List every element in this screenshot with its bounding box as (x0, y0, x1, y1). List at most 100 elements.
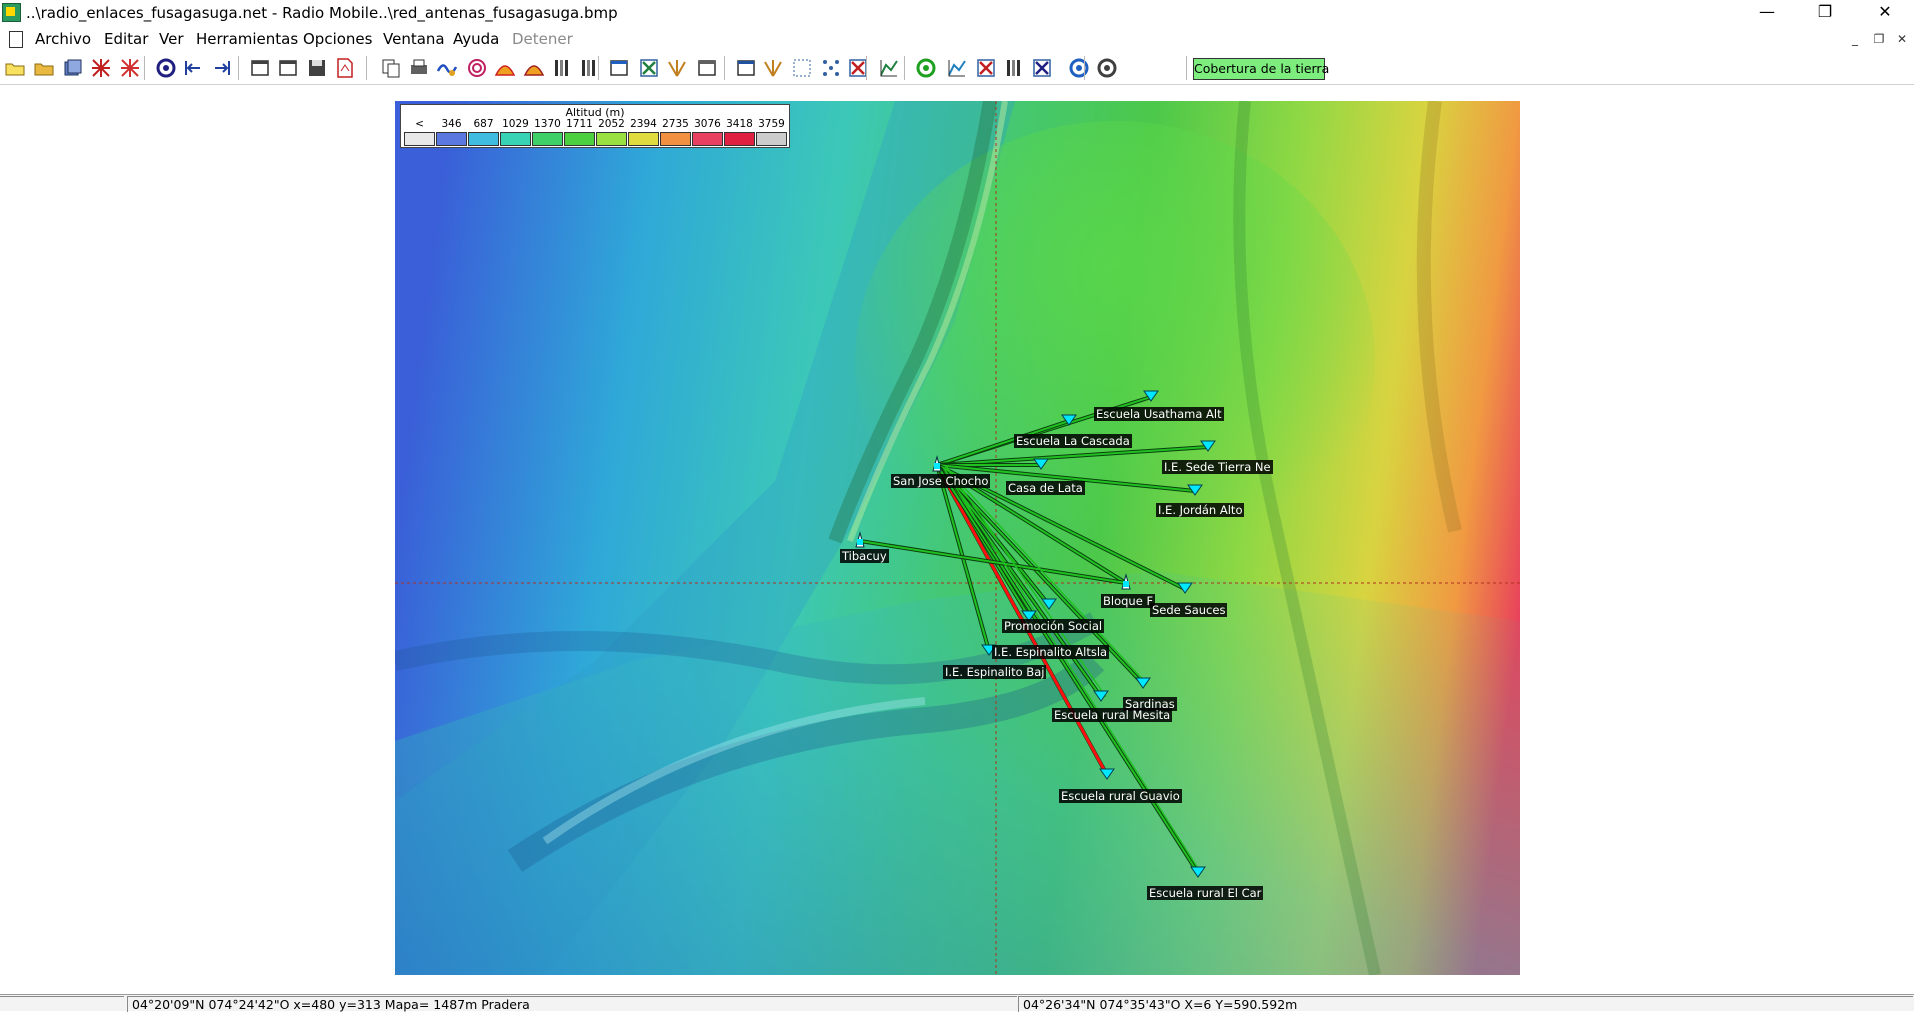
toolbar-separator (1186, 56, 1187, 80)
coverage-icon[interactable] (1096, 57, 1118, 79)
legend-swatch (436, 132, 467, 146)
title-bar: ..\radio_enlaces_fusagasuga.net - Radio … (0, 0, 1914, 26)
menu-detener[interactable]: Detener (512, 30, 573, 48)
toolbar (0, 52, 1914, 85)
legend-value: 346 (441, 118, 462, 130)
toolbar-separator (366, 56, 367, 80)
legend-icon[interactable] (551, 57, 573, 79)
site-label-casa-de-lata[interactable]: Casa de Lata (1006, 481, 1085, 495)
toolbar-separator (598, 56, 599, 80)
menu-archivo[interactable]: Archivo (35, 30, 91, 48)
toolbar-separator (144, 56, 145, 80)
legend-swatch (756, 132, 787, 146)
toolbar-separator (724, 56, 725, 80)
elevation-icon[interactable] (523, 57, 545, 79)
terrain-image (395, 101, 1520, 975)
coverage-button[interactable]: Cobertura de la tierra (1193, 58, 1329, 80)
disk-icon[interactable] (306, 57, 328, 79)
points-icon[interactable] (820, 57, 842, 79)
target-icon[interactable] (466, 57, 488, 79)
site-label-bloque-f[interactable]: Bloque F (1101, 594, 1156, 608)
open-icon[interactable] (33, 57, 55, 79)
site-label-el-car[interactable]: Escuela rural El Car (1147, 886, 1264, 900)
first-icon[interactable] (182, 57, 204, 79)
rose-icon[interactable] (638, 57, 660, 79)
site-label-tibacuy[interactable]: Tibacuy (840, 549, 889, 563)
menu-editar[interactable]: Editar (104, 30, 148, 48)
earth-icon[interactable] (1068, 57, 1090, 79)
save-all-icon[interactable] (62, 57, 84, 79)
link-icon[interactable] (975, 57, 997, 79)
legend-value: 3076 (694, 118, 721, 130)
restore-button[interactable]: ❐ (1796, 0, 1854, 26)
legend-swatch (468, 132, 499, 146)
site-label-san-jose-chocho[interactable]: San Jose Chocho (891, 474, 991, 488)
site-label-espinalito-baj[interactable]: I.E. Espinalito Baj (943, 665, 1047, 679)
site-label-guavio[interactable]: Escuela rural Guavio (1059, 789, 1182, 803)
pdf-icon[interactable] (334, 57, 356, 79)
window-icon[interactable] (249, 57, 271, 79)
legend-value: 1711 (566, 118, 593, 130)
gradient-icon[interactable] (494, 57, 516, 79)
route-icon[interactable] (1031, 57, 1053, 79)
menu-ver[interactable]: Ver (159, 30, 184, 48)
legend-lt-label: < (415, 118, 424, 130)
mdi-restore-button[interactable]: ❐ (1870, 31, 1888, 47)
close-button[interactable]: ✕ (1856, 0, 1914, 26)
legend-swatch (500, 132, 531, 146)
menu-opciones[interactable]: Opciones (303, 30, 372, 48)
site-label-sede-sauces[interactable]: Sede Sauces (1150, 603, 1228, 617)
site-label-la-cascada[interactable]: Escuela La Cascada (1014, 434, 1132, 448)
map-icon[interactable] (608, 57, 630, 79)
mdi-close-button[interactable]: ✕ (1893, 31, 1911, 47)
legend-swatch (660, 132, 691, 146)
legend-value: 3759 (758, 118, 785, 130)
menu-herramientas[interactable]: Herramientas (196, 30, 298, 48)
site-label-usathama[interactable]: Escuela Usathama Alt (1094, 407, 1224, 421)
toolbar-separator (1084, 56, 1085, 80)
print-icon[interactable] (408, 57, 430, 79)
menu-ventana[interactable]: Ventana (383, 30, 445, 48)
compass-icon[interactable] (915, 57, 937, 79)
legend-swatch (628, 132, 659, 146)
legend-swatch (692, 132, 723, 146)
site-label-espinalito-alt[interactable]: I.E. Espinalito Altsla (992, 645, 1110, 659)
window-title: ..\radio_enlaces_fusagasuga.net - Radio … (26, 4, 618, 22)
new-icon[interactable] (4, 57, 26, 79)
legend-swatch (596, 132, 627, 146)
menu-bar: Archivo Editar Ver Herramientas Opciones… (0, 27, 1914, 51)
altitude-legend: Altitud (m) <346 687 1029 1370 1711 2052 2394 2… (400, 104, 790, 148)
site-label-tierra-ne[interactable]: I.E. Sede Tierra Ne (1162, 460, 1273, 474)
merge-icon[interactable] (666, 57, 688, 79)
site-label-promocion-social[interactable]: Promoción Social (1002, 619, 1105, 633)
person-icon[interactable] (762, 57, 784, 79)
mdi-minimize-button[interactable]: _ (1846, 31, 1864, 47)
legend-value: 1370 (534, 118, 561, 130)
barcode-icon[interactable] (1003, 57, 1025, 79)
site-label-jordan-alto[interactable]: I.E. Jordán Alto (1156, 503, 1245, 517)
cut-icon[interactable] (436, 57, 458, 79)
site-label-mesita[interactable]: Escuela rural Mesita (1052, 708, 1173, 722)
status-bar: 04°20'09"N 074°24'42"O x=480 y=313 Mapa=… (0, 994, 1914, 1012)
grid-icon[interactable] (578, 57, 600, 79)
chart-icon[interactable] (946, 57, 968, 79)
document-icon[interactable] (9, 31, 23, 48)
globe-icon[interactable] (155, 57, 177, 79)
legend-swatch (564, 132, 595, 146)
minimize-button[interactable]: — (1738, 0, 1796, 26)
fit-icon[interactable] (791, 57, 813, 79)
export-icon[interactable] (277, 57, 299, 79)
copy-icon[interactable] (380, 57, 402, 79)
last-icon[interactable] (211, 57, 233, 79)
legend-value: 2052 (598, 118, 625, 130)
window2-icon[interactable] (696, 57, 718, 79)
profile-icon[interactable] (878, 57, 900, 79)
picture-icon[interactable] (735, 57, 757, 79)
app-icon[interactable] (2, 3, 21, 22)
legend-value: 687 (473, 118, 494, 130)
terrain-map[interactable]: Altitud (m) <346 687 1029 1370 1711 2052 2394 2… (395, 101, 1520, 975)
antenna-icon[interactable] (119, 57, 141, 79)
menu-ayuda[interactable]: Ayuda (453, 30, 499, 48)
legend-value: 2735 (662, 118, 689, 130)
network-icon[interactable] (90, 57, 112, 79)
